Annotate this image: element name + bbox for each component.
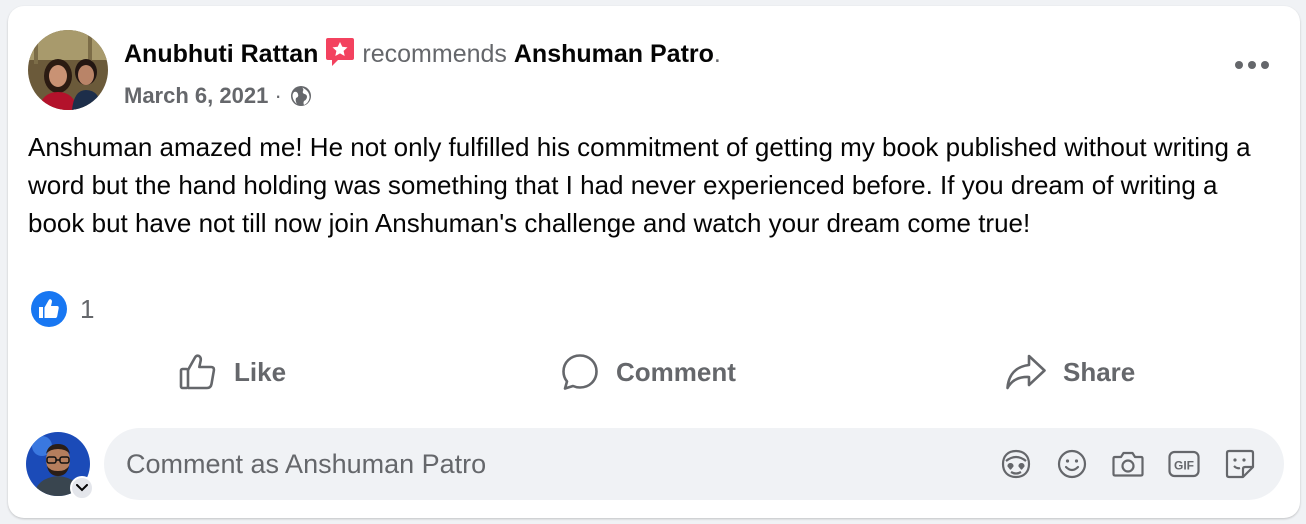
- chevron-down-icon[interactable]: [70, 476, 94, 500]
- comment-button[interactable]: Comment: [560, 344, 736, 400]
- post-date[interactable]: March 6, 2021: [124, 83, 268, 108]
- thumbs-up-icon: [178, 352, 218, 392]
- reaction-summary[interactable]: 1: [30, 290, 94, 328]
- more-dot: [1235, 61, 1243, 69]
- avatar-sticker-icon[interactable]: [998, 446, 1034, 482]
- more-dot: [1261, 61, 1269, 69]
- post-title-line: Anubhuti Rattan recommends Anshuman Patr…: [124, 36, 721, 76]
- post-header: Anubhuti Rattan recommends Anshuman Patr…: [28, 30, 1280, 110]
- comment-input[interactable]: [126, 428, 886, 500]
- share-arrow-icon: [1005, 352, 1047, 392]
- comment-field-container: GIF: [104, 428, 1284, 500]
- comment-composer: GIF: [26, 428, 1284, 500]
- post-meta: March 6, 2021 ·: [124, 82, 721, 114]
- speech-bubble-icon: [560, 352, 600, 392]
- share-button[interactable]: Share: [1005, 344, 1135, 400]
- recommend-icon: [324, 36, 356, 76]
- more-dot: [1248, 61, 1256, 69]
- comment-label: Comment: [616, 356, 736, 387]
- share-label: Share: [1063, 356, 1136, 387]
- emoji-icon[interactable]: [1054, 446, 1090, 482]
- svg-text:GIF: GIF: [1174, 459, 1194, 473]
- author-name[interactable]: Anubhuti Rattan: [124, 40, 318, 68]
- recommended-page-name[interactable]: Anshuman Patro: [514, 40, 714, 68]
- like-button[interactable]: Like: [178, 344, 286, 400]
- like-reaction-icon: [30, 290, 68, 328]
- reaction-count: 1: [80, 293, 95, 324]
- sticker-icon[interactable]: [1222, 446, 1258, 482]
- gif-icon[interactable]: GIF: [1166, 446, 1202, 482]
- meta-separator: ·: [274, 83, 282, 108]
- post-card: Anubhuti Rattan recommends Anshuman Patr…: [8, 6, 1300, 518]
- author-avatar[interactable]: [28, 30, 108, 110]
- more-options-icon[interactable]: [1232, 50, 1272, 80]
- recommends-verb: recommends: [362, 40, 507, 68]
- post-body: Anshuman amazed me! He not only fulfille…: [28, 132, 1251, 238]
- post-action-bar: Like Comment Share: [8, 344, 1300, 400]
- title-period: .: [713, 40, 721, 68]
- post-header-text: Anubhuti Rattan recommends Anshuman Patr…: [124, 36, 721, 114]
- camera-icon[interactable]: [1110, 446, 1146, 482]
- like-label: Like: [234, 356, 287, 387]
- globe-icon: [290, 85, 312, 114]
